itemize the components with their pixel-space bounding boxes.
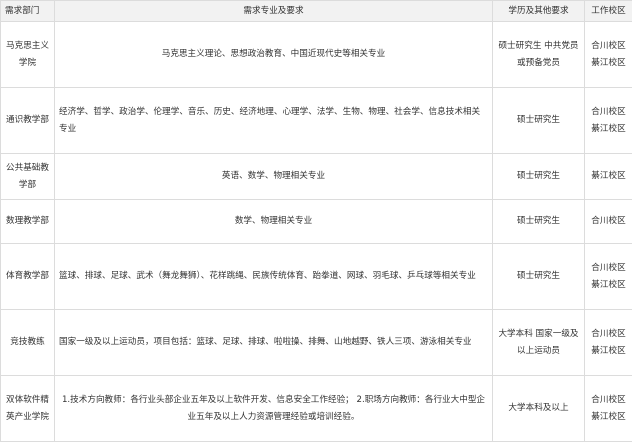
table-row: 竞技教练 国家一级及以上运动员，项目包括：篮球、足球、排球、啦啦操、排舞、山地越… xyxy=(0,309,632,376)
dept-cell: 公共基础教学部 xyxy=(0,153,55,200)
table-row: 通识教学部 经济学、哲学、政治学、伦理学、音乐、历史、经济地理、心理学、法学、生… xyxy=(0,87,632,154)
campus-cell: 綦江校区 xyxy=(584,153,632,200)
table-row: 体育教学部 篮球、排球、足球、武术（舞龙舞狮）、花样跳绳、民族传统体育、跆拳道、… xyxy=(0,243,632,310)
spec-cell: 国家一级及以上运动员，项目包括：篮球、足球、排球、啦啦操、排舞、山地越野、铁人三… xyxy=(54,309,493,376)
campus-cell: 合川校区 綦江校区 xyxy=(584,309,632,376)
table-row: 数理教学部 数学、物理相关专业 硕士研究生 合川校区 xyxy=(0,199,632,244)
header-spec: 需求专业及要求 xyxy=(54,0,493,22)
spec-cell: 1.技术方向教师：各行业头部企业五年及以上软件开发、信息安全工作经验； 2.职场… xyxy=(54,375,493,442)
header-dept: 需求部门 xyxy=(0,0,55,22)
dept-cell: 数理教学部 xyxy=(0,199,55,244)
campus-cell: 合川校区 綦江校区 xyxy=(584,375,632,442)
campus-cell: 合川校区 綦江校区 xyxy=(584,243,632,310)
edu-cell: 大学本科 国家一级及以上运动员 xyxy=(492,309,585,376)
spec-cell: 马克思主义理论、思想政治教育、中国近现代史等相关专业 xyxy=(54,21,493,88)
table-row: 马克思主义学院 马克思主义理论、思想政治教育、中国近现代史等相关专业 硕士研究生… xyxy=(0,21,632,88)
dept-cell: 马克思主义学院 xyxy=(0,21,55,88)
edu-cell: 大学本科及以上 xyxy=(492,375,585,442)
campus-cell: 合川校区 綦江校区 xyxy=(584,87,632,154)
campus-cell: 合川校区 綦江校区 xyxy=(584,21,632,88)
dept-cell: 竞技教练 xyxy=(0,309,55,376)
spec-cell: 数学、物理相关专业 xyxy=(54,199,493,244)
header-edu: 学历及其他要求 xyxy=(492,0,585,22)
recruitment-table: 需求部门 需求专业及要求 学历及其他要求 工作校区 马克思主义学院 马克思主义理… xyxy=(0,0,632,442)
spec-cell: 经济学、哲学、政治学、伦理学、音乐、历史、经济地理、心理学、法学、生物、物理、社… xyxy=(54,87,493,154)
dept-cell: 体育教学部 xyxy=(0,243,55,310)
table-row: 双体软件精英产业学院 1.技术方向教师：各行业头部企业五年及以上软件开发、信息安… xyxy=(0,375,632,442)
edu-cell: 硕士研究生 xyxy=(492,153,585,200)
edu-cell: 硕士研究生 xyxy=(492,87,585,154)
edu-cell: 硕士研究生 xyxy=(492,199,585,244)
edu-cell: 硕士研究生 xyxy=(492,243,585,310)
header-campus: 工作校区 xyxy=(584,0,632,22)
edu-cell: 硕士研究生 中共党员或预备党员 xyxy=(492,21,585,88)
table-row: 公共基础教学部 英语、数学、物理相关专业 硕士研究生 綦江校区 xyxy=(0,153,632,200)
campus-cell: 合川校区 xyxy=(584,199,632,244)
dept-cell: 通识教学部 xyxy=(0,87,55,154)
dept-cell: 双体软件精英产业学院 xyxy=(0,375,55,442)
table-header-row: 需求部门 需求专业及要求 学历及其他要求 工作校区 xyxy=(0,0,632,22)
spec-cell: 英语、数学、物理相关专业 xyxy=(54,153,493,200)
spec-cell: 篮球、排球、足球、武术（舞龙舞狮）、花样跳绳、民族传统体育、跆拳道、网球、羽毛球… xyxy=(54,243,493,310)
